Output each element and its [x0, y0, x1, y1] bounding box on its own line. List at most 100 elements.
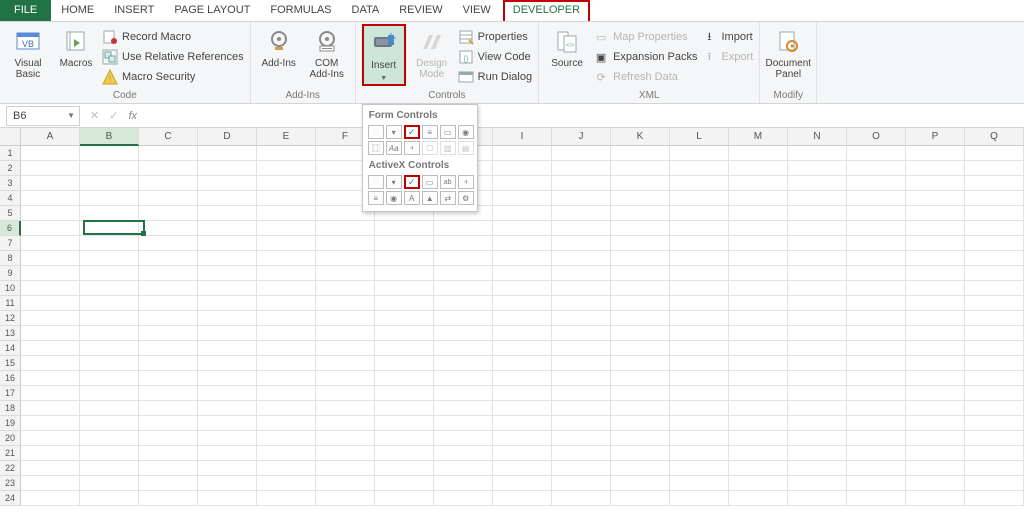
row-header[interactable]: 24 — [0, 491, 21, 506]
cell[interactable] — [198, 431, 257, 446]
cell[interactable] — [21, 176, 80, 191]
cell[interactable] — [198, 281, 257, 296]
cell[interactable] — [139, 431, 198, 446]
cell[interactable] — [788, 461, 847, 476]
cell[interactable] — [316, 356, 375, 371]
column-header[interactable]: C — [139, 128, 198, 146]
cell[interactable] — [80, 296, 139, 311]
column-header[interactable]: P — [906, 128, 965, 146]
cell[interactable] — [611, 311, 670, 326]
cell[interactable] — [198, 476, 257, 491]
visual-basic-button[interactable]: VB Visual Basic — [6, 24, 50, 80]
cell[interactable] — [80, 431, 139, 446]
cell[interactable] — [965, 236, 1024, 251]
cell[interactable] — [375, 356, 434, 371]
cell[interactable] — [375, 236, 434, 251]
cell[interactable] — [670, 386, 729, 401]
cell[interactable] — [80, 146, 139, 161]
cell[interactable] — [552, 281, 611, 296]
cell[interactable] — [552, 221, 611, 236]
cell[interactable] — [729, 266, 788, 281]
cell[interactable] — [434, 476, 493, 491]
cell[interactable] — [847, 221, 906, 236]
cell[interactable] — [21, 296, 80, 311]
cell[interactable] — [729, 476, 788, 491]
form-scrollbar-control[interactable]: ⫞ — [404, 141, 420, 155]
cell[interactable] — [493, 236, 552, 251]
cell[interactable] — [139, 296, 198, 311]
cell[interactable] — [729, 416, 788, 431]
cell[interactable] — [965, 371, 1024, 386]
cell[interactable] — [139, 221, 198, 236]
cell[interactable] — [611, 281, 670, 296]
tab-view[interactable]: VIEW — [453, 0, 501, 21]
cell[interactable] — [965, 401, 1024, 416]
cell[interactable] — [434, 296, 493, 311]
cell[interactable] — [493, 311, 552, 326]
cell[interactable] — [906, 266, 965, 281]
cell[interactable] — [21, 416, 80, 431]
cell[interactable] — [257, 146, 316, 161]
cell[interactable] — [316, 401, 375, 416]
cell[interactable] — [139, 146, 198, 161]
cell[interactable] — [788, 176, 847, 191]
cell[interactable] — [257, 416, 316, 431]
tab-formulas[interactable]: FORMULAS — [260, 0, 341, 21]
cell[interactable] — [375, 311, 434, 326]
activex-listbox[interactable]: ▭ — [422, 175, 438, 189]
cell[interactable] — [965, 326, 1024, 341]
cell[interactable] — [670, 371, 729, 386]
cell[interactable] — [80, 416, 139, 431]
form-option-control[interactable]: ◉ — [458, 125, 474, 139]
cell[interactable] — [375, 341, 434, 356]
cell[interactable] — [670, 461, 729, 476]
cell[interactable] — [139, 341, 198, 356]
cell[interactable] — [729, 341, 788, 356]
cell[interactable] — [434, 461, 493, 476]
cell[interactable] — [611, 161, 670, 176]
cell[interactable] — [906, 296, 965, 311]
cell[interactable] — [316, 281, 375, 296]
cell[interactable] — [965, 356, 1024, 371]
cell[interactable] — [316, 326, 375, 341]
activex-image[interactable]: ▲ — [422, 191, 438, 205]
cell[interactable] — [670, 356, 729, 371]
cell[interactable] — [965, 416, 1024, 431]
cell[interactable] — [729, 146, 788, 161]
cell[interactable] — [375, 281, 434, 296]
cell[interactable] — [493, 461, 552, 476]
cell[interactable] — [788, 266, 847, 281]
cell[interactable] — [906, 206, 965, 221]
cell[interactable] — [80, 221, 139, 236]
cell[interactable] — [847, 146, 906, 161]
activex-more-controls[interactable]: ⚙ — [458, 191, 474, 205]
tab-data[interactable]: DATA — [342, 0, 390, 21]
cell[interactable] — [198, 446, 257, 461]
cell[interactable] — [434, 236, 493, 251]
column-header[interactable]: B — [80, 128, 139, 146]
cell[interactable] — [965, 491, 1024, 506]
cell[interactable] — [493, 341, 552, 356]
cell[interactable] — [670, 266, 729, 281]
cell[interactable] — [139, 251, 198, 266]
macro-security-button[interactable]: ! Macro Security — [102, 68, 244, 86]
cell[interactable] — [198, 401, 257, 416]
form-listbox-control[interactable]: ▭ — [440, 125, 456, 139]
cell[interactable] — [257, 251, 316, 266]
cell[interactable] — [906, 401, 965, 416]
cell[interactable] — [670, 176, 729, 191]
cell[interactable] — [670, 401, 729, 416]
cell[interactable] — [21, 311, 80, 326]
cell[interactable] — [21, 206, 80, 221]
cell[interactable] — [21, 146, 80, 161]
row-header[interactable]: 14 — [0, 341, 21, 356]
tab-review[interactable]: REVIEW — [389, 0, 452, 21]
com-addins-button[interactable]: COM Add-Ins — [305, 24, 349, 80]
cell[interactable] — [670, 491, 729, 506]
cell[interactable] — [906, 431, 965, 446]
cell[interactable] — [198, 266, 257, 281]
cell[interactable] — [965, 476, 1024, 491]
cell[interactable] — [788, 161, 847, 176]
cell[interactable] — [847, 341, 906, 356]
cell[interactable] — [729, 431, 788, 446]
